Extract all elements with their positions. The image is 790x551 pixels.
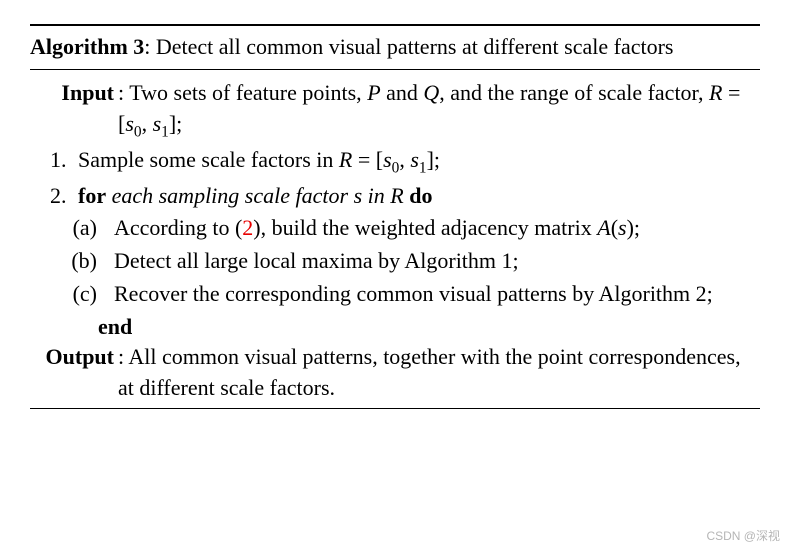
input-label: Input	[30, 78, 118, 109]
substep-b: Detect all large local maxima by Algorit…	[108, 246, 760, 277]
input-s1-sub: 1	[161, 123, 169, 140]
step1-comma: ,	[399, 147, 410, 172]
input-text: : Two sets of feature points, P and Q, a…	[118, 78, 760, 143]
watermark: CSDN @深视	[706, 528, 780, 545]
sub-a-1: According to (	[114, 215, 242, 240]
for-s: s	[354, 183, 363, 208]
algorithm-block: Algorithm 3: Detect all common visual pa…	[30, 24, 760, 409]
step-2: for each sampling scale factor s in R do…	[72, 181, 760, 310]
input-s1: s	[153, 111, 162, 136]
sub-steps: According to (2), build the weighted adj…	[108, 213, 760, 309]
sub-a-close: );	[627, 215, 640, 240]
input-close1: ];	[169, 111, 182, 136]
sub-a-paren: (	[611, 215, 618, 240]
substep-c: Recover the corresponding common visual …	[108, 279, 760, 310]
input-and: and	[381, 80, 424, 105]
step1-R: R	[339, 147, 352, 172]
input-text-1: : Two sets of feature points,	[118, 80, 367, 105]
input-text-2: , and the range of scale factor,	[439, 80, 709, 105]
bottom-rule	[30, 408, 760, 409]
input-Q: Q	[423, 80, 439, 105]
for-body-b: in	[362, 183, 390, 208]
input-P: P	[367, 80, 380, 105]
step1-text: Sample some scale factors in	[78, 147, 339, 172]
sub-a-2: ), build the weighted adjacency matrix	[253, 215, 597, 240]
algorithm-label: Algorithm 3	[30, 34, 144, 59]
sub-a-A: A	[597, 215, 610, 240]
output-label: Output	[30, 342, 118, 373]
ref-2[interactable]: 2	[242, 215, 253, 240]
for-body-a: each sampling scale factor	[106, 183, 353, 208]
algorithm-title: Algorithm 3: Detect all common visual pa…	[30, 30, 760, 65]
algorithm-body: Input : Two sets of feature points, P an…	[30, 74, 760, 404]
do-keyword: do	[404, 183, 433, 208]
output-block: Output : All common visual patterns, tog…	[30, 342, 760, 404]
step-1: Sample some scale factors in R = [s0, s1…	[72, 145, 760, 179]
input-block: Input : Two sets of feature points, P an…	[30, 78, 760, 143]
step1-close: ];	[427, 147, 440, 172]
algorithm-title-text: : Detect all common visual patterns at d…	[144, 34, 673, 59]
input-s0: s	[125, 111, 134, 136]
input-s0-sub: 0	[134, 123, 142, 140]
main-steps: Sample some scale factors in R = [s0, s1…	[72, 145, 760, 310]
step1-s0: s	[383, 147, 392, 172]
mid-rule	[30, 69, 760, 70]
top-rule	[30, 24, 760, 26]
input-R: R	[709, 80, 722, 105]
substep-a: According to (2), build the weighted adj…	[108, 213, 760, 244]
end-keyword: end	[98, 312, 760, 343]
output-text: : All common visual patterns, together w…	[118, 342, 760, 404]
input-comma1: ,	[142, 111, 153, 136]
for-R: R	[390, 183, 403, 208]
step1-s1: s	[410, 147, 419, 172]
step1-s1-sub: 1	[419, 159, 427, 176]
sub-a-s: s	[618, 215, 627, 240]
step1-eq: = [	[352, 147, 383, 172]
for-keyword: for	[78, 183, 106, 208]
